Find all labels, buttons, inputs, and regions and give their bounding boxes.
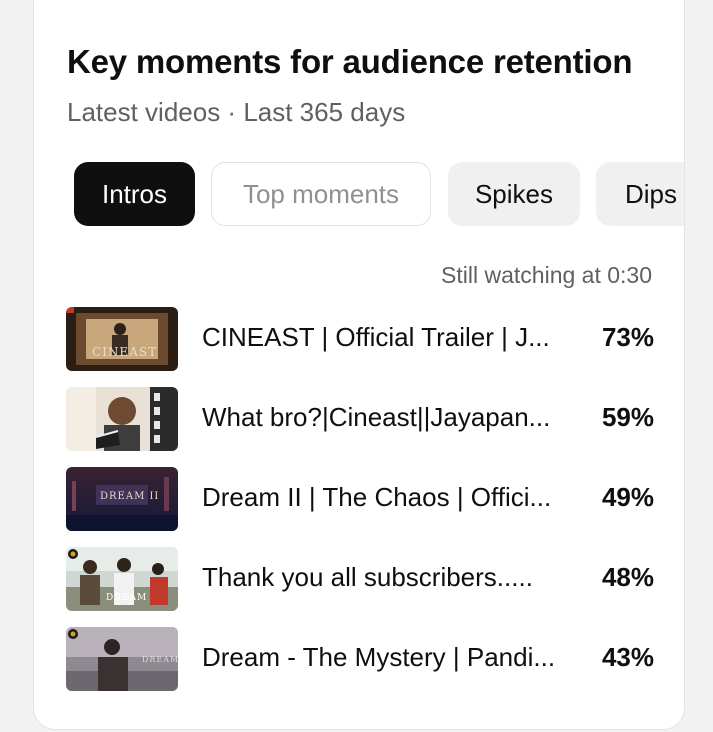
chip-intros[interactable]: Intros (74, 162, 195, 226)
chip-spikes[interactable]: Spikes (448, 162, 580, 226)
retention-percent: 49% (601, 482, 654, 512)
chip-top-moments[interactable]: Top moments (211, 162, 431, 226)
video-title: Dream - The Mystery | Pandi... (202, 642, 556, 672)
video-thumbnail (66, 387, 178, 451)
video-title: Dream II | The Chaos | Offici... (202, 482, 552, 512)
video-thumbnail: CINEAST (66, 307, 178, 371)
thumbnail-caption: CINEAST (92, 345, 158, 359)
retention-percent: 43% (601, 642, 654, 672)
retention-percent: 73% (601, 322, 654, 352)
thumbnail-caption: DREAM II (100, 491, 160, 502)
retention-card: Key moments for audience retention Lates… (33, 0, 685, 730)
card-subtitle: Latest videos · Last 365 days (67, 97, 406, 127)
video-thumbnail: DREAM (66, 627, 178, 691)
card-title: Key moments for audience retention (67, 43, 633, 80)
video-thumbnail: DREAM (66, 547, 178, 611)
video-row-4[interactable]: DREAM Thank you all subscribers..... 48% (66, 547, 654, 611)
retention-percent: 48% (601, 562, 654, 592)
thumbnail-caption: DREAM (142, 655, 178, 664)
thumbnail-caption: DREAM (106, 593, 148, 603)
filter-chips: Intros Top moments Spikes Dips (74, 162, 684, 226)
video-row-3[interactable]: DREAM II Dream II | The Chaos | Offici..… (66, 467, 654, 531)
video-title: Thank you all subscribers..... (202, 562, 533, 592)
video-thumbnail: DREAM II (66, 467, 178, 531)
video-row-2[interactable]: What bro?|Cineast||Jayapan... 59% (66, 387, 654, 451)
video-row-5[interactable]: DREAM Dream - The Mystery | Pandi... 43% (66, 627, 654, 691)
video-title: CINEAST | Official Trailer | J... (202, 322, 550, 352)
still-watching-label: Still watching at 0:30 (441, 262, 652, 288)
retention-percent: 59% (601, 402, 654, 432)
video-row-1[interactable]: CINEAST CINEAST | Official Trailer | J..… (66, 307, 654, 371)
video-title: What bro?|Cineast||Jayapan... (202, 402, 551, 432)
chip-dips[interactable]: Dips (596, 162, 684, 226)
